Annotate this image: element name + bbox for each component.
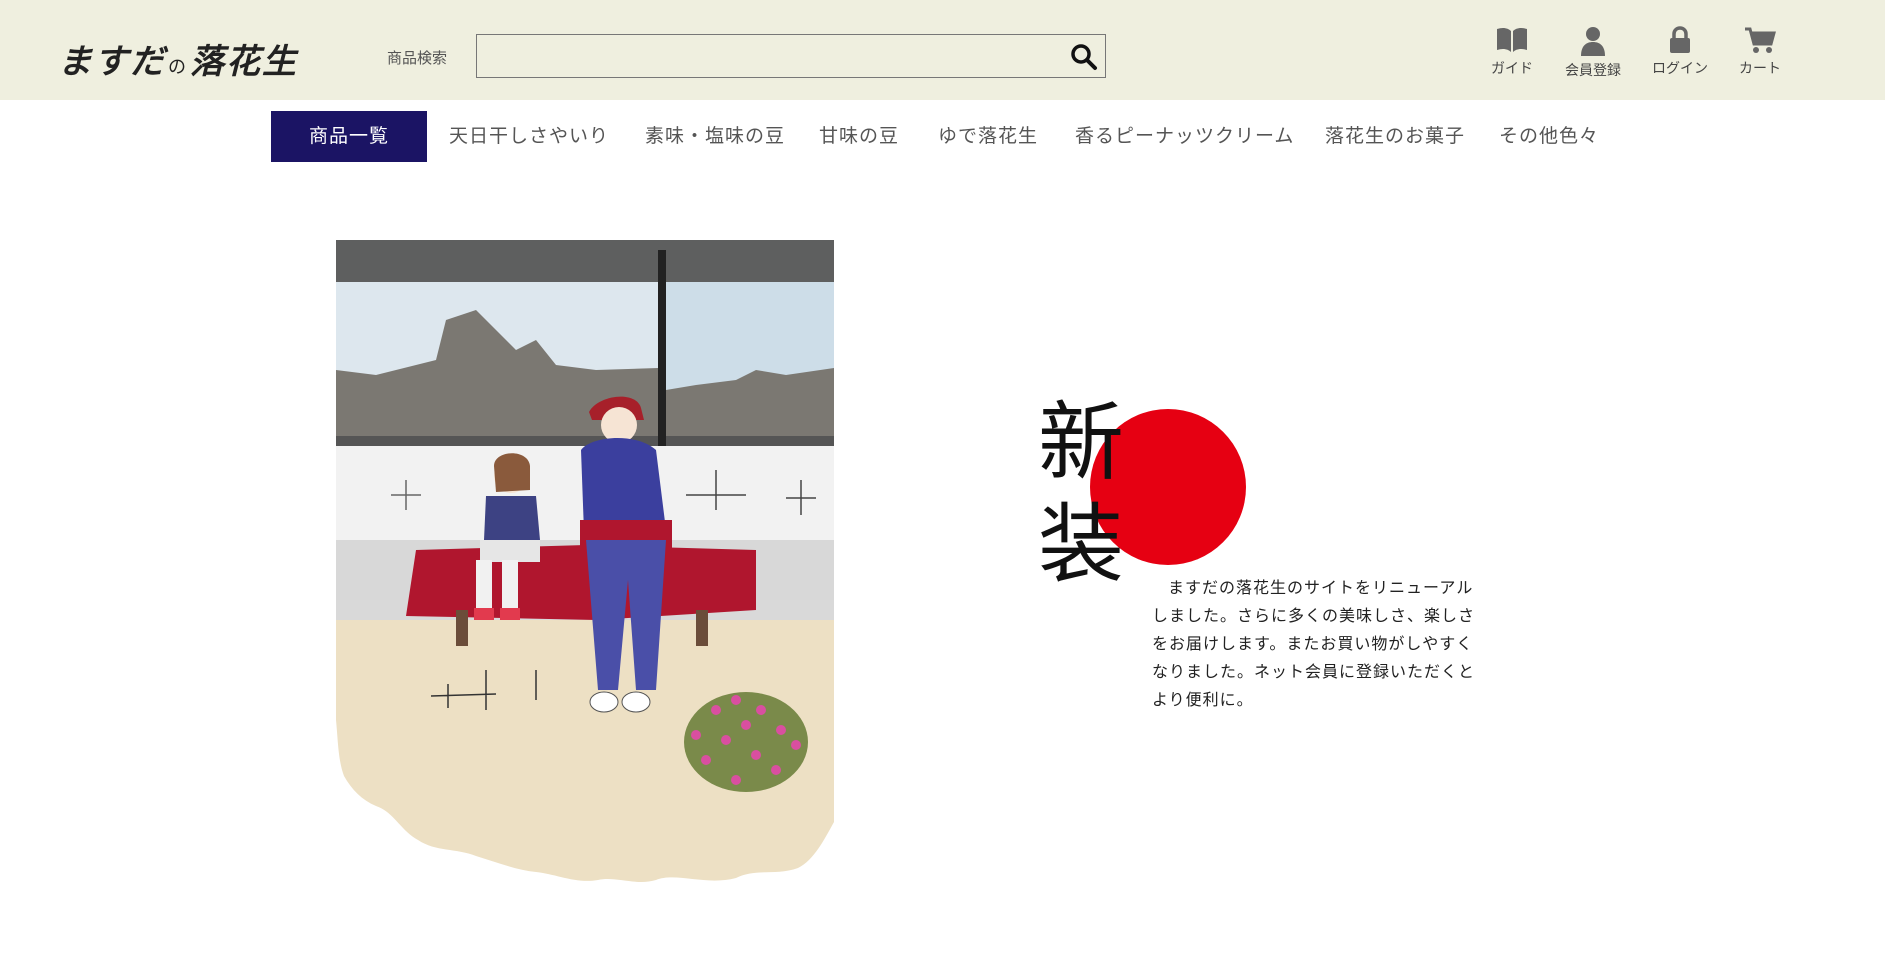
- nav-item-others[interactable]: その他色々: [1499, 111, 1599, 162]
- nav-item-peanut-sweets[interactable]: 落花生のお菓子: [1325, 111, 1465, 162]
- search-icon: [1071, 44, 1097, 70]
- nav-item-all-products[interactable]: 商品一覧: [271, 111, 427, 162]
- guide-label: ガイド: [1491, 61, 1533, 77]
- login-link[interactable]: ログイン: [1640, 26, 1720, 78]
- site-header: ますだ の落花生 商品検索 ガイド 会員登録 ログイン カート: [0, 0, 1885, 100]
- guide-link[interactable]: ガイド: [1472, 26, 1552, 78]
- hero-description: ますだの落花生のサイトをリニューアルしました。さらに多くの美味しさ、楽しさをお届…: [1152, 578, 1476, 709]
- logo-text-no: の: [168, 57, 188, 78]
- register-label: 会員登録: [1565, 63, 1621, 79]
- lock-icon: [1670, 26, 1690, 53]
- hero-heading: 新 装: [1038, 392, 1138, 596]
- cart-icon: [1745, 27, 1776, 53]
- login-label: ログイン: [1652, 61, 1708, 77]
- register-link[interactable]: 会員登録: [1553, 26, 1633, 80]
- hero-illustration: [336, 240, 834, 882]
- hero-kanji-new: 新: [1038, 393, 1124, 493]
- logo-text-main: ますだ: [58, 42, 166, 82]
- search-input[interactable]: [477, 35, 1057, 75]
- search-label: 商品検索: [387, 49, 448, 67]
- nav-item-sweet-beans[interactable]: 甘味の豆: [819, 111, 899, 162]
- book-icon: [1497, 27, 1527, 52]
- logo-text-tail: 落花生: [190, 42, 298, 82]
- search-button[interactable]: [1069, 42, 1099, 72]
- search-box: [476, 34, 1106, 78]
- site-logo[interactable]: ますだ の落花生: [58, 34, 298, 83]
- cart-link[interactable]: カート: [1720, 26, 1800, 78]
- nav-item-peanut-cream[interactable]: 香るピーナッツクリーム: [1075, 111, 1294, 162]
- hero-kanji-look: 装: [1038, 495, 1124, 595]
- nav-item-plain-salted[interactable]: 素味・塩味の豆: [645, 111, 785, 162]
- user-icon: [1581, 27, 1605, 56]
- cart-label: カート: [1739, 61, 1781, 77]
- nav-item-boiled-peanuts[interactable]: ゆで落花生: [938, 111, 1038, 162]
- nav-item-sun-dried[interactable]: 天日干しさやいり: [449, 111, 609, 162]
